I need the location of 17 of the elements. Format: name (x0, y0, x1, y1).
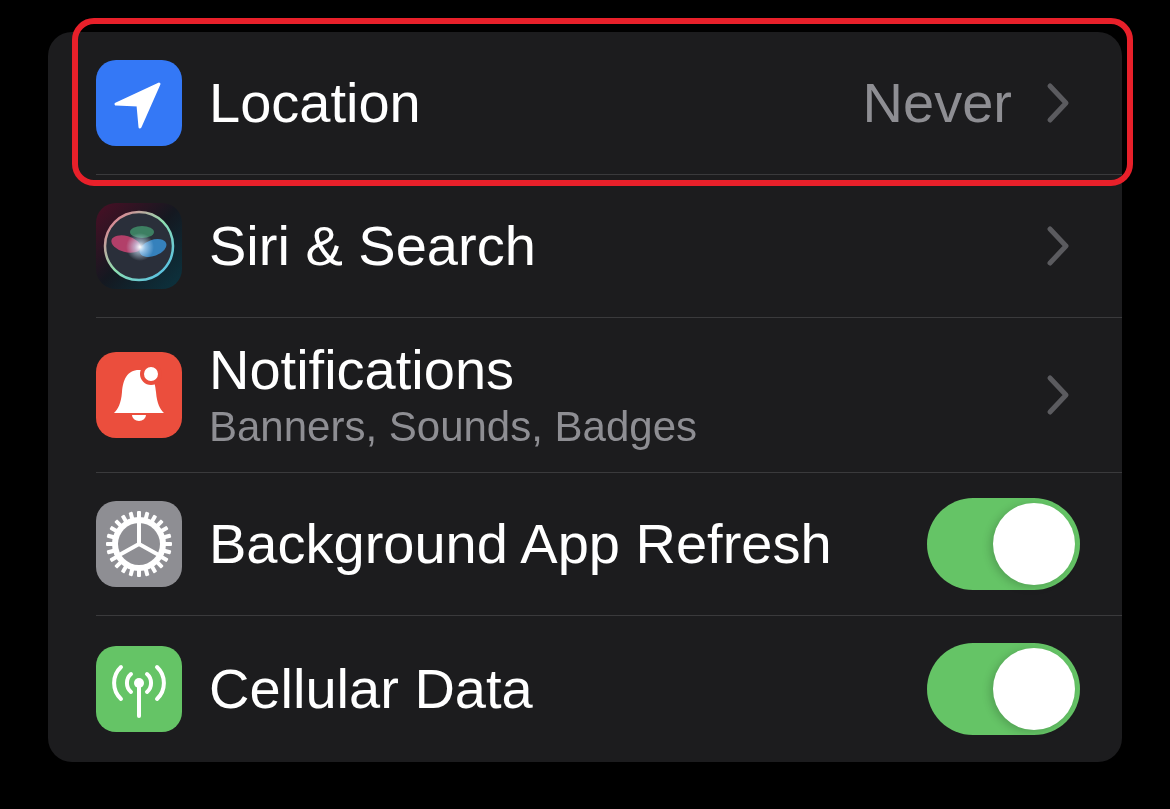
settings-row[interactable]: Location Never (96, 32, 1122, 175)
row-label: Location (209, 71, 421, 135)
row-label: Background App Refresh (209, 512, 832, 576)
row-label: Cellular Data (209, 657, 533, 721)
bell-icon (96, 352, 182, 438)
row-label: Notifications (209, 338, 515, 402)
settings-row[interactable]: Notifications Banners, Sounds, Badges (96, 318, 1122, 473)
chevron-icon (1046, 82, 1070, 124)
row-subtitle: Banners, Sounds, Badges (209, 402, 697, 452)
row-value: Never (862, 71, 1012, 135)
chevron-icon (1046, 225, 1070, 267)
antenna-icon (96, 646, 182, 732)
row-label: Siri & Search (209, 214, 536, 278)
settings-row[interactable]: Siri & Search (96, 175, 1122, 318)
orb-icon (96, 203, 182, 289)
gear-icon (96, 501, 182, 587)
chevron-icon (1046, 374, 1070, 416)
